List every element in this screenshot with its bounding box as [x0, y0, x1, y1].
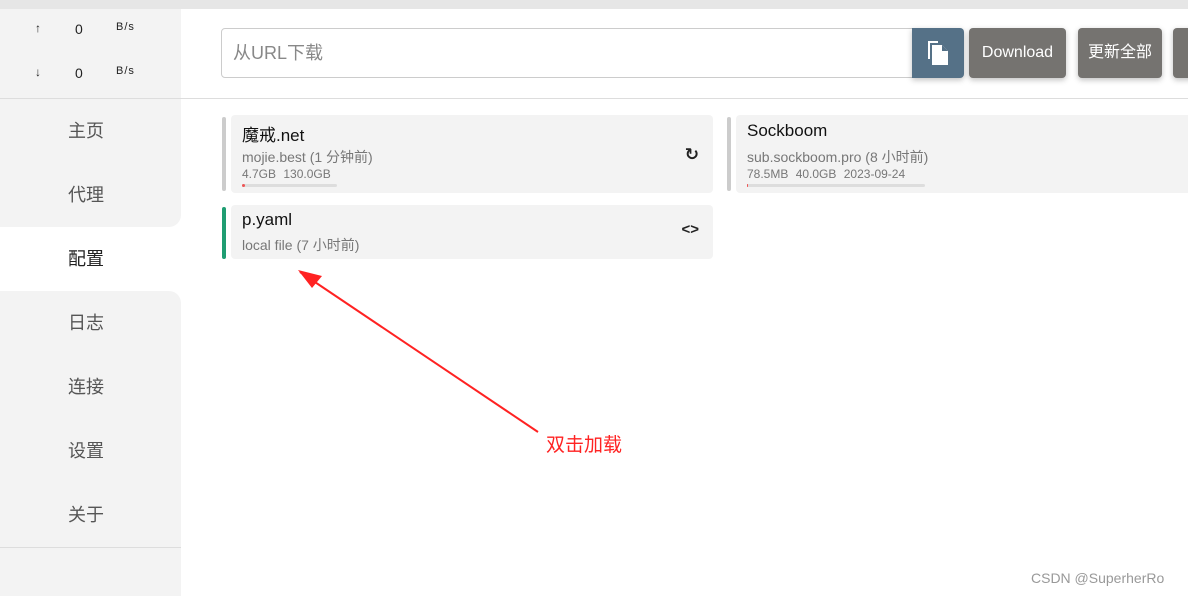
annotation-text: 双击加载 [546, 435, 623, 456]
annotation-arrow [298, 270, 539, 433]
watermark: CSDN @SuperherRo [1031, 570, 1165, 586]
